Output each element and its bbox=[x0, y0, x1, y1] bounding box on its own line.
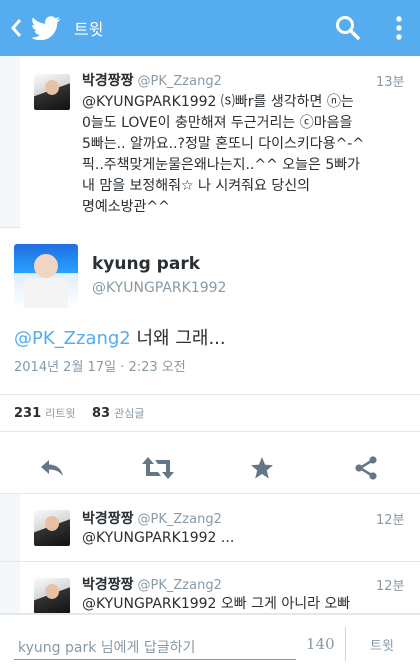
user-handle: @PK_Zzang2 bbox=[137, 74, 222, 89]
avatar[interactable] bbox=[14, 244, 78, 308]
tweet-time: 13분 bbox=[376, 75, 405, 90]
reply-tweet[interactable]: 박경짱짱 @PK_Zzang2 12분 @KYUNGPARK1992 ... bbox=[0, 494, 420, 562]
tweet-time: 12분 bbox=[376, 513, 405, 528]
tweet-header: 박경짱짱 @PK_Zzang2 bbox=[82, 70, 222, 90]
avatar[interactable] bbox=[34, 578, 70, 613]
tweet-button[interactable]: 트윗 bbox=[370, 635, 394, 654]
tweet-actions bbox=[0, 444, 420, 490]
user-handle: @PK_Zzang2 bbox=[137, 512, 222, 527]
char-counter: 140 bbox=[306, 635, 335, 653]
reply-input[interactable]: kyung park 님에게 답글하기 bbox=[18, 637, 195, 657]
retweet-count-value: 231 bbox=[14, 406, 42, 421]
avatar[interactable] bbox=[34, 74, 70, 110]
page-title: 트윗 bbox=[74, 20, 104, 39]
tweet-timestamp: 2014년 2월 17일 · 2:23 오전 bbox=[14, 360, 186, 375]
tweet-header: 박경짱짱 @PK_Zzang2 bbox=[82, 508, 222, 528]
tweet-card: 박경짱짱 @PK_Zzang2 12분 @KYUNGPARK1992 ... bbox=[20, 494, 420, 561]
tweet-text: @PK_Zzang2 너왜 그래... bbox=[14, 324, 226, 350]
chevron-left-icon[interactable] bbox=[4, 0, 28, 56]
retweet-count[interactable]: 231 리트윗 bbox=[14, 405, 76, 421]
favorite-count[interactable]: 83 관심글 bbox=[92, 405, 144, 421]
overflow-menu-icon[interactable] bbox=[384, 10, 414, 46]
main-tweet: kyung park @KYUNGPARK1992 @PK_Zzang2 너왜 … bbox=[0, 228, 420, 494]
favorite-count-label: 관심글 bbox=[114, 407, 145, 420]
top-app-bar: 트윗 bbox=[0, 0, 420, 56]
avatar[interactable] bbox=[34, 510, 70, 546]
user-name[interactable]: 박경짱짱 bbox=[82, 511, 134, 527]
reply-composer: kyung park 님에게 답글하기 140 트윗 bbox=[0, 614, 420, 670]
twitter-bird-icon[interactable] bbox=[28, 0, 64, 56]
user-handle: @KYUNGPARK1992 bbox=[92, 280, 227, 296]
reply-tweet[interactable]: 박경짱짱 @PK_Zzang2 12분 @KYUNGPARK1992 오빠 그게 … bbox=[0, 562, 420, 614]
context-tweet[interactable]: 박경짱짱 @PK_Zzang2 13분 @KYUNGPARK1992 ⒮빠r를 생… bbox=[0, 56, 420, 228]
tweet-text-body: 너왜 그래... bbox=[130, 328, 226, 349]
tweet-header: 박경짱짱 @PK_Zzang2 bbox=[82, 574, 222, 594]
share-icon[interactable] bbox=[348, 450, 384, 486]
user-name[interactable]: 박경짱짱 bbox=[82, 73, 134, 89]
retweet-count-label: 리트윗 bbox=[45, 407, 76, 420]
input-underline bbox=[14, 659, 296, 660]
user-handle: @PK_Zzang2 bbox=[137, 578, 222, 593]
retweet-icon[interactable] bbox=[140, 450, 176, 486]
reply-icon[interactable] bbox=[34, 450, 70, 486]
tweet-stats: 231 리트윗 83 관심글 bbox=[0, 394, 420, 432]
favorite-count-value: 83 bbox=[92, 406, 111, 421]
mention-link[interactable]: @PK_Zzang2 bbox=[14, 328, 131, 349]
tweet-card: 박경짱짱 @PK_Zzang2 12분 @KYUNGPARK1992 오빠 그게 … bbox=[20, 562, 420, 613]
search-icon[interactable] bbox=[330, 10, 366, 46]
tweet-time: 12분 bbox=[376, 579, 405, 594]
user-name[interactable]: 박경짱짱 bbox=[82, 577, 134, 593]
star-icon[interactable] bbox=[244, 450, 280, 486]
tweet-text: @KYUNGPARK1992 오빠 그게 아니라 오빠 bbox=[82, 596, 351, 612]
tweet-card: 박경짱짱 @PK_Zzang2 13분 @KYUNGPARK1992 ⒮빠r를 생… bbox=[20, 56, 420, 228]
tweet-text: @KYUNGPARK1992 ... bbox=[82, 530, 235, 546]
tweet-text: @KYUNGPARK1992 ⒮빠r를 생각하면 ⓝ는 0늘도 LOVE이 충만… bbox=[82, 94, 365, 215]
user-name[interactable]: kyung park bbox=[92, 254, 200, 274]
divider bbox=[345, 627, 346, 661]
